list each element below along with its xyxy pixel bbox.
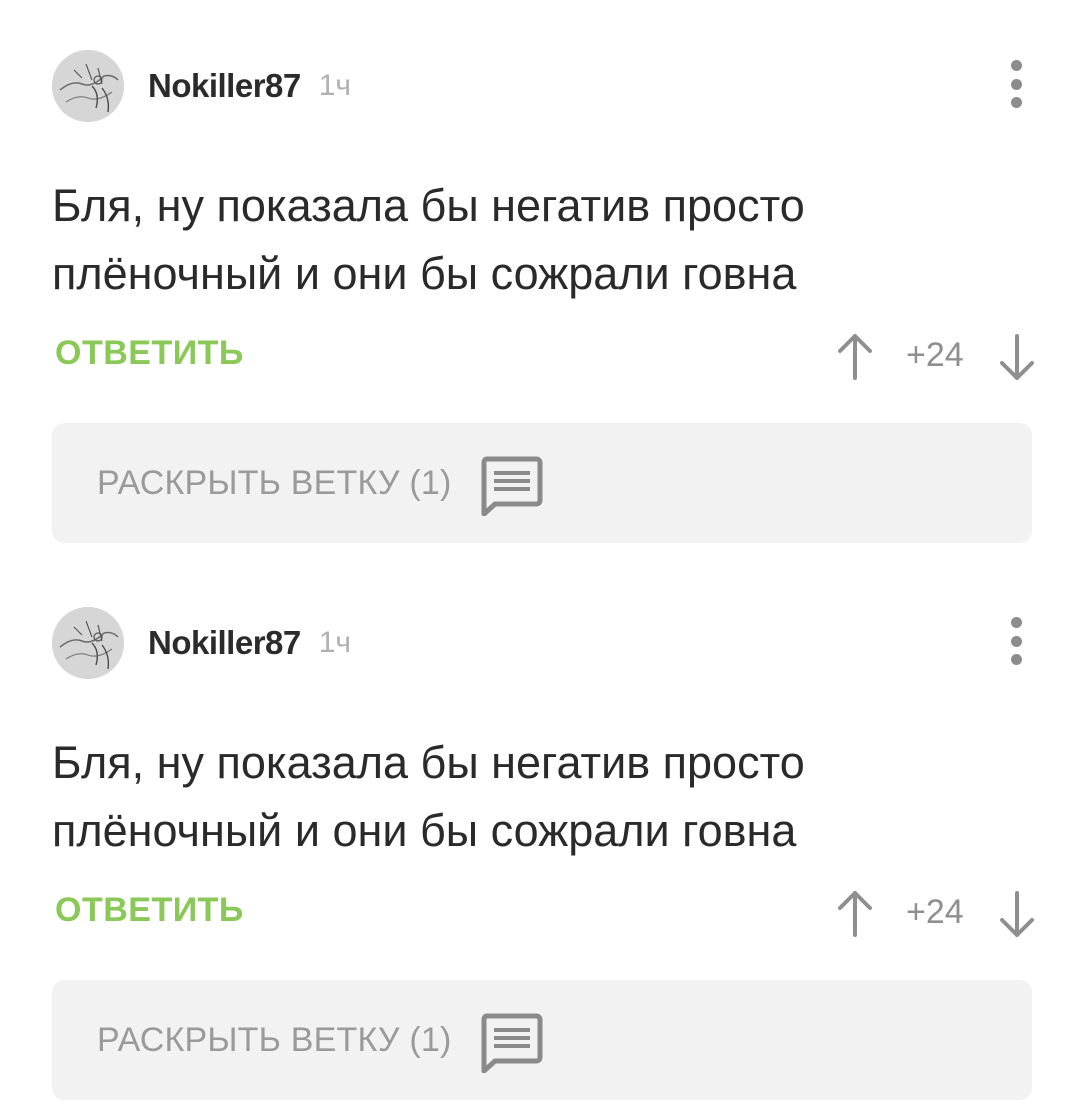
comment-lines-icon xyxy=(481,456,543,517)
comment-header: Nokiller87 1ч xyxy=(52,50,351,122)
reply-button[interactable]: ОТВЕТИТЬ xyxy=(55,334,244,373)
expand-branch-button[interactable]: РАСКРЫТЬ ВЕТКУ (1) xyxy=(52,423,1032,543)
menu-dot xyxy=(1010,97,1022,108)
username[interactable]: Nokiller87 xyxy=(148,67,301,105)
arrow-down-icon[interactable] xyxy=(996,332,1038,382)
comment: Nokiller87 1ч Бля, ну показала бы негати… xyxy=(0,0,1080,557)
expand-branch-button[interactable]: РАСКРЫТЬ ВЕТКУ (1) xyxy=(52,980,1032,1100)
menu-dot xyxy=(1010,78,1022,90)
timestamp: 1ч xyxy=(318,626,352,659)
comment-text: Бля, ну показала бы негатив просто плёно… xyxy=(52,180,805,299)
avatar[interactable] xyxy=(52,50,124,122)
timestamp: 1ч xyxy=(318,69,352,102)
comments-feed: Nokiller87 1ч Бля, ну показала бы негати… xyxy=(0,0,1080,1116)
avatar[interactable] xyxy=(52,607,124,679)
more-vertical-icon[interactable] xyxy=(996,58,1036,110)
reply-button[interactable]: ОТВЕТИТЬ xyxy=(55,891,244,930)
comment-header: Nokiller87 1ч xyxy=(52,607,351,679)
expand-branch-label: РАСКРЫТЬ ВЕТКУ (1) xyxy=(97,1021,452,1059)
rating-value: +24 xyxy=(906,893,964,931)
comment-text: Бля, ну показала бы негатив просто плёно… xyxy=(52,737,805,856)
menu-dot xyxy=(1010,635,1022,647)
comment-lines-icon xyxy=(481,1013,543,1074)
username[interactable]: Nokiller87 xyxy=(148,624,301,662)
menu-dot xyxy=(1010,617,1022,628)
rating-value: +24 xyxy=(906,336,964,374)
arrow-down-icon[interactable] xyxy=(996,889,1038,939)
arrow-up-icon[interactable] xyxy=(834,332,876,382)
menu-dot xyxy=(1010,60,1022,71)
comment: Nokiller87 1ч Бля, ну показала бы негати… xyxy=(0,557,1080,1114)
menu-dot xyxy=(1010,654,1022,665)
more-vertical-icon[interactable] xyxy=(996,615,1036,667)
arrow-up-icon[interactable] xyxy=(834,889,876,939)
expand-branch-label: РАСКРЫТЬ ВЕТКУ (1) xyxy=(97,464,452,502)
